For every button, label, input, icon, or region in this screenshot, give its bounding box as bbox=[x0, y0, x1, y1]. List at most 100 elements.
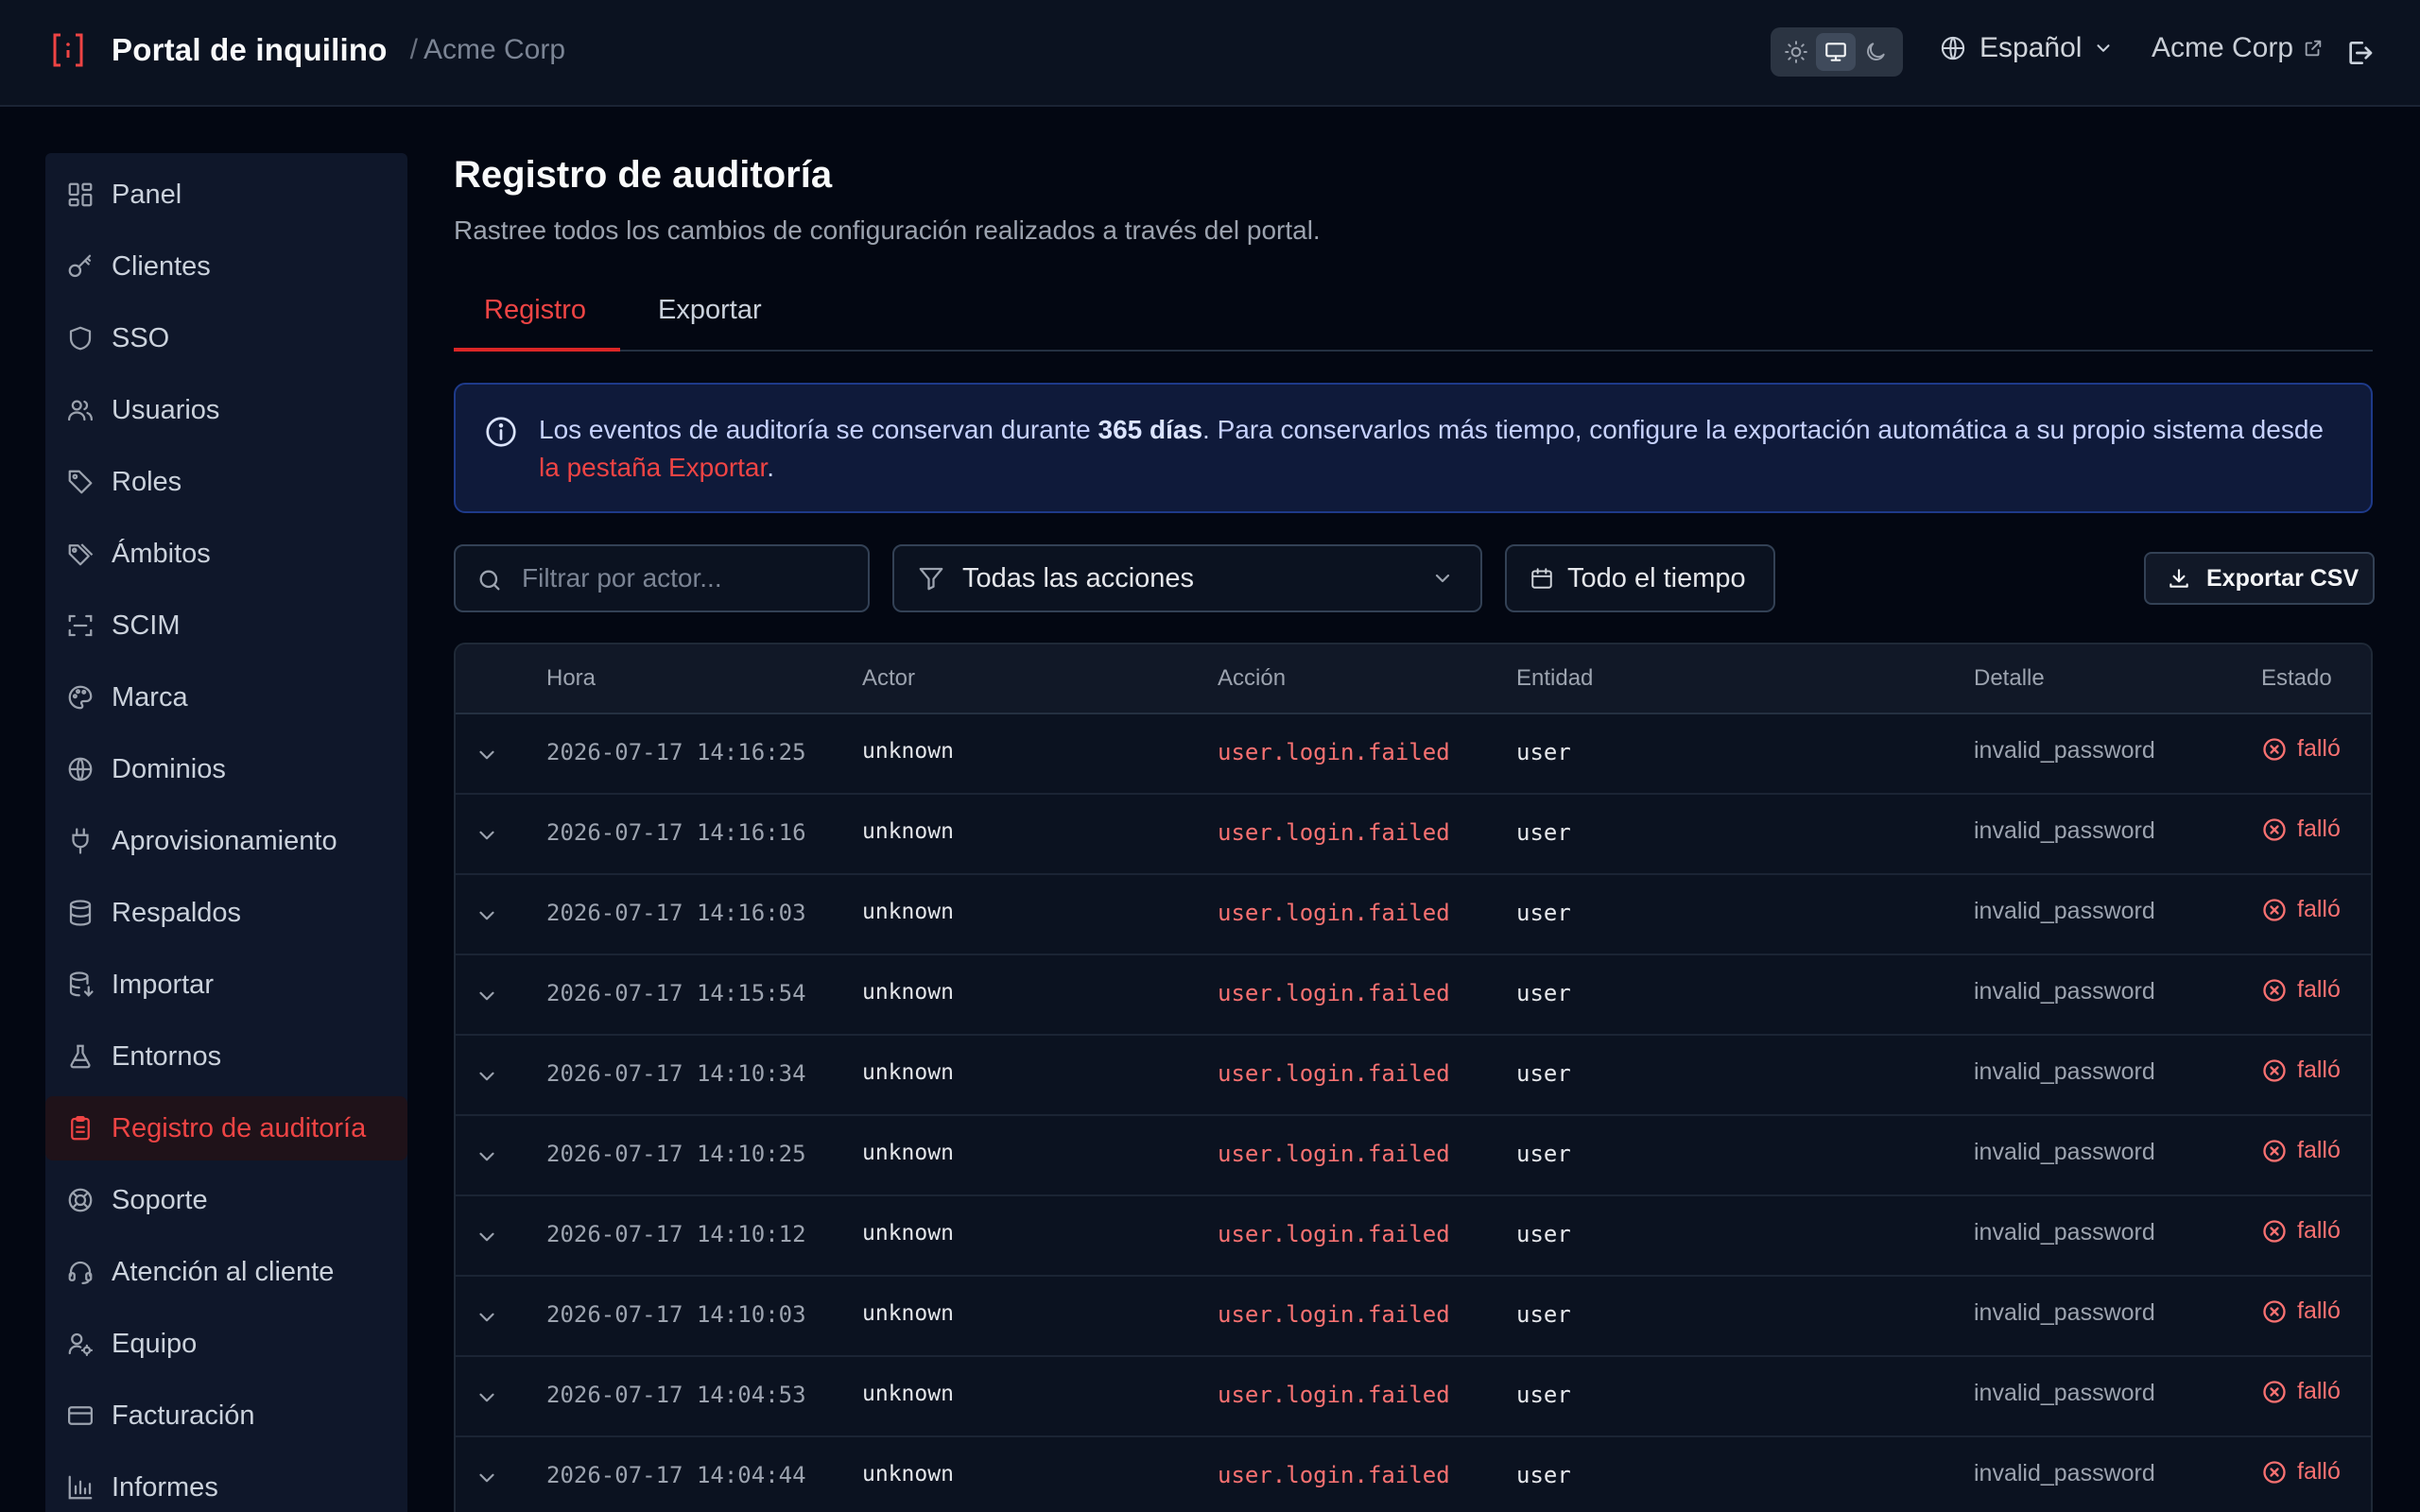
logout-icon[interactable] bbox=[2344, 38, 2375, 68]
sidebar-item-ambitos[interactable]: Ámbitos bbox=[45, 522, 407, 586]
expand-row-chevron-icon[interactable] bbox=[475, 743, 499, 767]
expand-row-chevron-icon[interactable] bbox=[475, 1305, 499, 1330]
row-status: falló bbox=[2261, 1458, 2341, 1486]
row-action: user.login.failed bbox=[1218, 1301, 1450, 1328]
row-time: 2026-07-17 14:10:12 bbox=[546, 1221, 806, 1247]
row-action: user.login.failed bbox=[1218, 980, 1450, 1006]
theme-light-button[interactable] bbox=[1776, 33, 1816, 71]
expand-row-chevron-icon[interactable] bbox=[475, 1064, 499, 1089]
row-actor: unknown bbox=[862, 1462, 954, 1486]
export-csv-button[interactable]: Exportar CSV bbox=[2144, 552, 2375, 605]
expand-row-chevron-icon[interactable] bbox=[475, 823, 499, 848]
sidebar-item-respaldos[interactable]: Respaldos bbox=[45, 881, 407, 945]
expand-row-chevron-icon[interactable] bbox=[475, 984, 499, 1008]
column-header-accion[interactable]: Acción bbox=[1218, 665, 1286, 692]
globe-icon bbox=[68, 757, 93, 782]
theme-dark-button[interactable] bbox=[1856, 33, 1895, 71]
expand-row-chevron-icon[interactable] bbox=[475, 1144, 499, 1169]
sidebar-item-entornos[interactable]: Entornos bbox=[45, 1024, 407, 1089]
export-csv-label: Exportar CSV bbox=[2206, 564, 2360, 592]
sidebar-item-registro-de-auditoria[interactable]: Registro de auditoría bbox=[45, 1096, 407, 1160]
export-tab-link[interactable]: la pestaña Exportar bbox=[539, 453, 767, 482]
row-status-label: falló bbox=[2297, 1057, 2341, 1083]
sidebar-item-informes[interactable]: Informes bbox=[45, 1455, 407, 1512]
app-title: Portal de inquilino bbox=[112, 32, 388, 67]
language-label: Español bbox=[1979, 32, 2083, 63]
tab-registro[interactable]: Registro bbox=[484, 295, 586, 352]
actor-filter-input[interactable] bbox=[522, 559, 853, 597]
table-row[interactable]: 2026-07-17 14:10:12 unknown user.login.fai… bbox=[456, 1196, 2371, 1277]
sidebar-item-dominios[interactable]: Dominios bbox=[45, 737, 407, 801]
column-header-estado[interactable]: Estado bbox=[2261, 665, 2332, 692]
scan-icon bbox=[68, 614, 93, 637]
table-row[interactable]: 2026-07-17 14:16:25 unknown user.login.fai… bbox=[456, 714, 2371, 795]
language-selector[interactable]: Español bbox=[1940, 32, 2114, 64]
tenant-site-link[interactable]: Acme Corp bbox=[2152, 32, 2324, 64]
tag-icon bbox=[68, 470, 93, 494]
sidebar-item-equipo[interactable]: Equipo bbox=[45, 1312, 407, 1376]
sidebar-item-label: Facturación bbox=[112, 1400, 255, 1431]
brand[interactable]: Portal de inquilino / Acme Corp bbox=[49, 31, 565, 69]
credit-card-icon bbox=[68, 1406, 93, 1425]
brand-logo-icon bbox=[53, 33, 83, 67]
row-detail: invalid_password bbox=[1974, 1299, 2155, 1326]
table-row[interactable]: 2026-07-17 14:15:54 unknown user.login.fai… bbox=[456, 955, 2371, 1036]
action-filter-select[interactable]: Todas las acciones bbox=[892, 544, 1482, 612]
table-row[interactable]: 2026-07-17 14:04:44 unknown user.login.fai… bbox=[456, 1437, 2371, 1512]
sidebar-item-facturacion[interactable]: Facturación bbox=[45, 1383, 407, 1448]
sidebar-item-label: Equipo bbox=[112, 1328, 198, 1359]
table-header: Hora Actor Acción Entidad Detalle Estado bbox=[456, 644, 2371, 714]
sidebar-item-scim[interactable]: SCIM bbox=[45, 593, 407, 658]
sidebar-item-roles[interactable]: Roles bbox=[45, 450, 407, 514]
row-status-label: falló bbox=[2297, 976, 2341, 1003]
sidebar-item-label: Respaldos bbox=[112, 897, 242, 928]
sidebar-item-label: Marca bbox=[112, 681, 188, 713]
sidebar-item-label: Clientes bbox=[112, 250, 211, 282]
expand-row-chevron-icon[interactable] bbox=[475, 1225, 499, 1249]
row-action: user.login.failed bbox=[1218, 900, 1450, 926]
expand-row-chevron-icon[interactable] bbox=[475, 903, 499, 928]
row-status-label: falló bbox=[2297, 896, 2341, 922]
column-header-hora[interactable]: Hora bbox=[546, 665, 596, 692]
info-icon bbox=[486, 417, 516, 447]
sidebar-item-atencion-al-cliente[interactable]: Atención al cliente bbox=[45, 1240, 407, 1304]
table-row[interactable]: 2026-07-17 14:10:03 unknown user.login.fai… bbox=[456, 1277, 2371, 1357]
row-time: 2026-07-17 14:10:25 bbox=[546, 1141, 806, 1167]
sidebar-item-panel[interactable]: Panel bbox=[45, 163, 407, 227]
sidebar-item-label: Aprovisionamiento bbox=[112, 825, 337, 856]
sidebar-item-sso[interactable]: SSO bbox=[45, 306, 407, 370]
row-status-label: falló bbox=[2297, 1137, 2341, 1163]
sidebar-item-aprovisionamiento[interactable]: Aprovisionamiento bbox=[45, 809, 407, 873]
x-circle-icon bbox=[2263, 817, 2286, 841]
column-header-detalle[interactable]: Detalle bbox=[1974, 665, 2045, 692]
expand-row-chevron-icon[interactable] bbox=[475, 1385, 499, 1410]
column-header-entidad[interactable]: Entidad bbox=[1516, 665, 1593, 692]
sidebar-item-marca[interactable]: Marca bbox=[45, 665, 407, 730]
date-range-button[interactable]: Todo el tiempo bbox=[1505, 544, 1775, 612]
table-row[interactable]: 2026-07-17 14:10:25 unknown user.login.fai… bbox=[456, 1116, 2371, 1196]
table-row[interactable]: 2026-07-17 14:16:16 unknown user.login.fai… bbox=[456, 795, 2371, 875]
row-entity: user bbox=[1516, 900, 1571, 926]
chevron-down-icon bbox=[1435, 574, 1450, 583]
table-row[interactable]: 2026-07-17 14:16:03 unknown user.login.fai… bbox=[456, 875, 2371, 955]
row-actor: unknown bbox=[862, 819, 954, 844]
theme-system-button[interactable] bbox=[1816, 33, 1856, 71]
tab-exportar[interactable]: Exportar bbox=[658, 295, 762, 352]
x-circle-icon bbox=[2263, 978, 2286, 1002]
table-row[interactable]: 2026-07-17 14:04:53 unknown user.login.fai… bbox=[456, 1357, 2371, 1437]
info-text-start: Los eventos de auditoría se conservan du… bbox=[539, 415, 1098, 444]
row-detail: invalid_password bbox=[1974, 1460, 2155, 1486]
sidebar: Panel Clientes SSO Usuarios Roles Ámbito… bbox=[45, 153, 407, 1512]
theme-toggle bbox=[1771, 27, 1903, 77]
sidebar-item-usuarios[interactable]: Usuarios bbox=[45, 378, 407, 442]
row-time: 2026-07-17 14:15:54 bbox=[546, 980, 806, 1006]
sun-icon bbox=[1785, 41, 1807, 63]
expand-row-chevron-icon[interactable] bbox=[475, 1466, 499, 1490]
sidebar-item-importar[interactable]: Importar bbox=[45, 953, 407, 1017]
row-detail: invalid_password bbox=[1974, 1380, 2155, 1406]
table-row[interactable]: 2026-07-17 14:10:34 unknown user.login.fai… bbox=[456, 1036, 2371, 1116]
sidebar-item-clientes[interactable]: Clientes bbox=[45, 234, 407, 299]
sidebar-item-soporte[interactable]: Soporte bbox=[45, 1168, 407, 1232]
audit-log-table: Hora Actor Acción Entidad Detalle Estado… bbox=[454, 643, 2373, 1512]
column-header-actor[interactable]: Actor bbox=[862, 665, 915, 692]
